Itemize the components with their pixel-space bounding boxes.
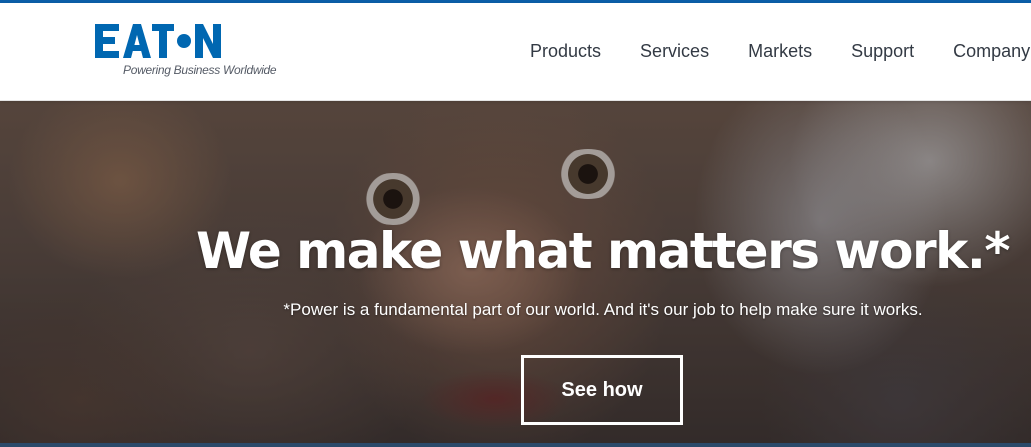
see-how-button[interactable]: See how — [521, 355, 683, 425]
site-header: Powering Business Worldwide Products Ser… — [0, 3, 1031, 101]
nav-item-products[interactable]: Products — [530, 41, 601, 62]
hero-banner: We make what matters work.* *Power is a … — [0, 101, 1031, 447]
nav-item-support[interactable]: Support — [851, 41, 914, 62]
eaton-logo[interactable]: Powering Business Worldwide — [95, 22, 277, 82]
logo-tagline: Powering Business Worldwide — [123, 63, 277, 77]
hero-bottom-edge — [0, 443, 1031, 447]
eaton-wordmark-icon — [95, 24, 221, 58]
hero-subline: *Power is a fundamental part of our worl… — [283, 300, 923, 319]
nav-item-services[interactable]: Services — [640, 41, 709, 62]
hero-headline: We make what matters work.* — [195, 222, 1011, 280]
page: Powering Business Worldwide Products Ser… — [0, 0, 1031, 447]
main-nav: Products Services Markets Support Compan… — [530, 41, 1031, 62]
nav-item-company[interactable]: Company — [953, 41, 1030, 62]
nav-item-markets[interactable]: Markets — [748, 41, 812, 62]
